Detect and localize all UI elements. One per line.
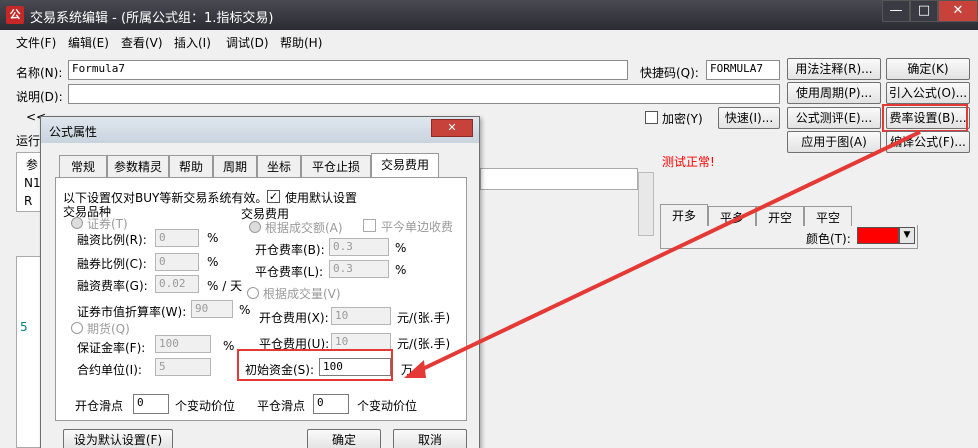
arrow-head bbox=[404, 360, 426, 378]
arrow-line bbox=[411, 130, 921, 376]
formula-editor-window: 公 交易系统编辑 - (所属公式组：1.指标交易) — □ ✕ 文件(F) 编辑… bbox=[0, 0, 978, 448]
annotation-arrow bbox=[404, 130, 921, 378]
